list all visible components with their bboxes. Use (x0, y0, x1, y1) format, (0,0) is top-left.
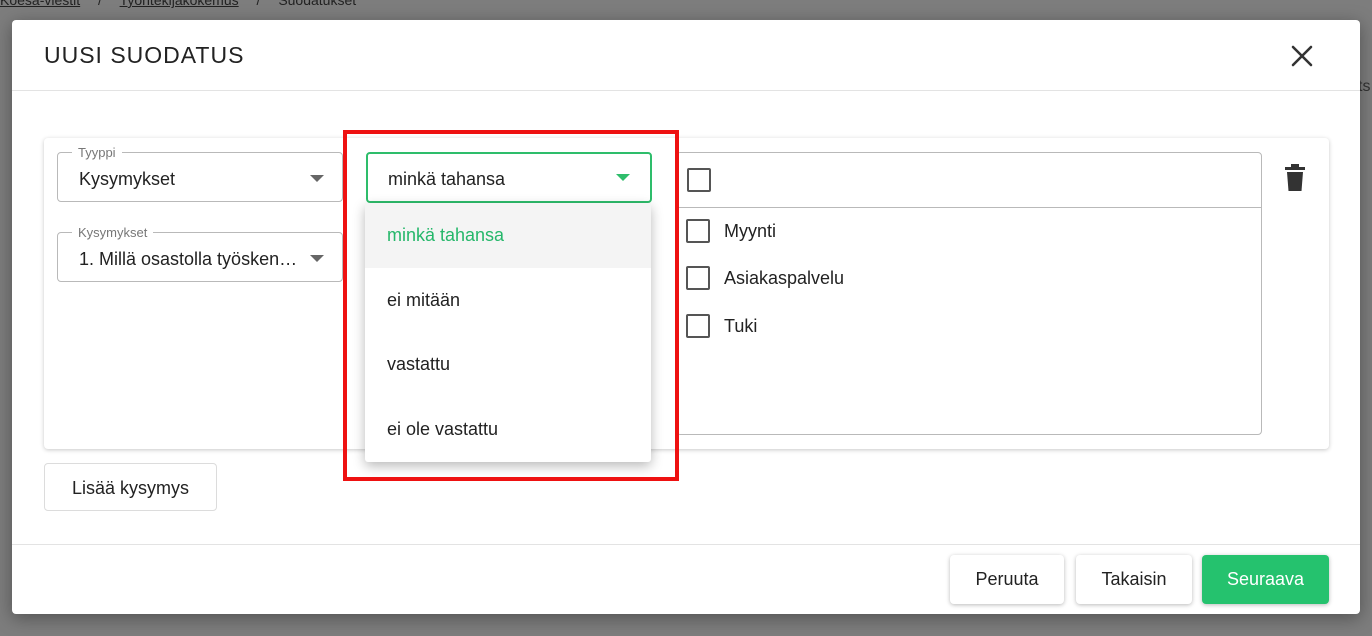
add-question-button[interactable]: Lisää kysymys (44, 463, 217, 511)
footer-divider (12, 544, 1360, 545)
dialog-header: UUSI SUODATUS (12, 20, 1360, 91)
breadcrumb-separator: / (256, 0, 261, 8)
background-edge-text: ts (1358, 78, 1371, 95)
trash-icon (1285, 164, 1305, 191)
cancel-button[interactable]: Peruuta (950, 555, 1064, 604)
dialog-title: UUSI SUODATUS (44, 42, 245, 68)
select-all-checkbox[interactable] (687, 168, 711, 192)
delete-filter-button[interactable] (1284, 164, 1306, 192)
breadcrumb-item: Suodatukset (278, 0, 357, 8)
answer-checkbox-asiakaspalvelu[interactable] (686, 266, 710, 290)
breadcrumb: Koesa-viestit / Työntekijäkokemus / Suod… (0, 0, 370, 8)
menu-item-none[interactable]: ei mitään (365, 268, 651, 333)
breadcrumb-item[interactable]: Työntekijäkokemus (120, 0, 239, 8)
chevron-down-icon (310, 175, 324, 182)
answer-label: Asiakaspalvelu (724, 268, 845, 288)
condition-select-value: minkä tahansa (388, 169, 506, 189)
question-select-value: 1. Millä osastolla työskentelet? (79, 249, 301, 269)
answer-label: Tuki (724, 316, 758, 336)
type-select-label: Tyyppi (72, 145, 122, 160)
type-select[interactable]: Tyyppi Kysymykset (57, 145, 343, 202)
chevron-down-icon (616, 174, 630, 181)
new-filter-dialog: UUSI SUODATUS Tyyppi Kysymykset Kysymyks… (12, 20, 1360, 614)
close-button[interactable] (1288, 42, 1316, 70)
type-select-value: Kysymykset (79, 169, 176, 189)
menu-item-not-answered[interactable]: ei ole vastattu (365, 397, 651, 462)
breadcrumb-item[interactable]: Koesa-viestit (0, 0, 80, 8)
chevron-down-icon (310, 255, 324, 262)
menu-item-answered[interactable]: vastattu (365, 332, 651, 397)
answer-options-list: Myynti Asiakaspalvelu Tuki (676, 152, 1262, 435)
breadcrumb-separator: / (98, 0, 102, 8)
answer-label: Myynti (724, 221, 777, 241)
select-all-row (677, 153, 1261, 208)
back-button[interactable]: Takaisin (1076, 555, 1192, 604)
answer-checkbox-tuki[interactable] (686, 314, 710, 338)
answer-checkbox-myynti[interactable] (686, 219, 710, 243)
question-select[interactable]: Kysymykset 1. Millä osastolla työskentel… (57, 225, 343, 282)
condition-select[interactable]: minkä tahansa (366, 152, 652, 203)
question-select-label: Kysymykset (72, 225, 154, 240)
close-icon (1291, 45, 1313, 67)
next-button[interactable]: Seuraava (1202, 555, 1329, 604)
filter-card: Tyyppi Kysymykset Kysymykset 1. Millä os… (44, 138, 1329, 449)
condition-dropdown-menu: minkä tahansa ei mitään vastattu ei ole … (365, 203, 651, 462)
menu-item-any[interactable]: minkä tahansa (365, 203, 651, 268)
